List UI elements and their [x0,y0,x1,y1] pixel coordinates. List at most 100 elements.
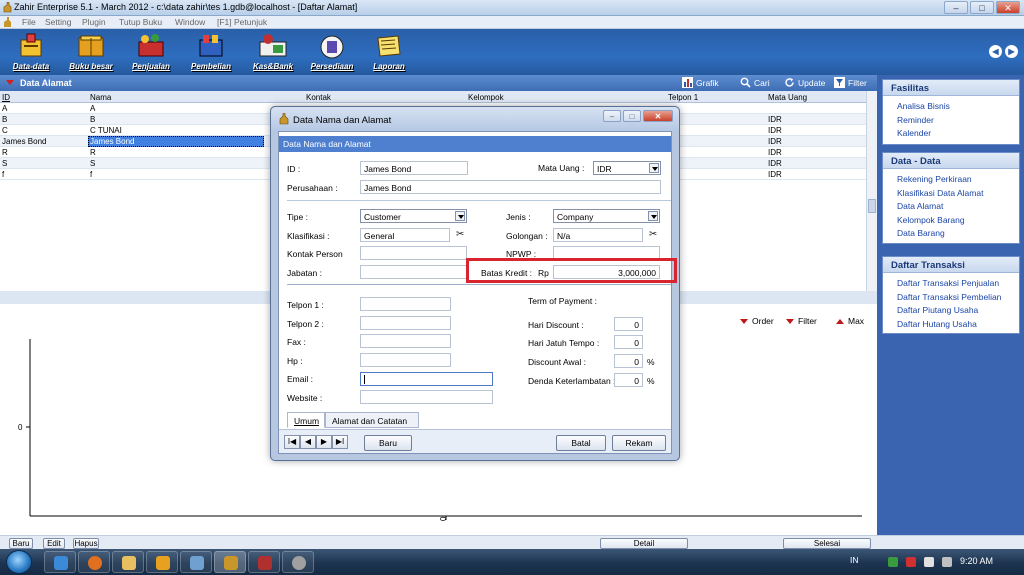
dialog-close-button[interactable]: ✕ [643,110,673,122]
link-transaksi-pembelian[interactable]: Daftar Transaksi Pembelian [883,291,1019,305]
col-kontak[interactable]: Kontak [306,93,331,102]
start-button[interactable] [6,550,32,574]
website-field[interactable] [360,390,493,404]
taskbar-zahir[interactable] [214,551,246,573]
klasifikasi-field[interactable]: General [360,228,450,242]
menu-window[interactable]: Window [175,17,205,27]
collapse-icon[interactable] [6,80,14,85]
jenis-select[interactable]: Company [553,209,660,223]
taskbar-app[interactable] [180,551,212,573]
menu-plugin[interactable]: Plugin [82,17,106,27]
link-kelompok-barang[interactable]: Kelompok Barang [883,214,1019,228]
taskbar-tool[interactable] [282,551,314,573]
close-button[interactable]: ✕ [996,1,1020,14]
discount-awal-field[interactable]: 0 [614,354,643,368]
tipe-select[interactable]: Customer [360,209,467,223]
link-piutang-usaha[interactable]: Daftar Piutang Usaha [883,304,1019,318]
id-field[interactable]: James Bond [360,161,468,175]
toolbar-kas-bank[interactable]: Kas&Bank [248,32,298,74]
menu-setting[interactable]: Setting [45,17,71,27]
grafik-button[interactable]: Grafik [682,77,719,88]
taskbar-firefox[interactable] [78,551,110,573]
app-menu-icon[interactable] [3,17,12,28]
fax-field[interactable] [360,334,451,348]
batal-button[interactable]: Batal [556,435,606,451]
link-klasifikasi-data-alamat[interactable]: Klasifikasi Data Alamat [883,187,1019,201]
col-nama[interactable]: Nama [90,93,111,102]
filter-button[interactable]: Filter [834,77,867,88]
telpon1-field[interactable] [360,297,451,311]
volume-icon[interactable] [942,557,952,567]
hapus-button[interactable]: Hapus [73,538,99,549]
taskbar-paint[interactable] [248,551,280,573]
dialog-maximize-button[interactable]: □ [623,110,641,122]
link-data-barang[interactable]: Data Barang [883,227,1019,241]
first-record-button[interactable]: I◀ [284,435,300,449]
hari-discount-field[interactable]: 0 [614,317,643,331]
hari-jatuh-tempo-field[interactable]: 0 [614,335,643,349]
hp-field[interactable] [360,353,451,367]
cari-button[interactable]: Cari [740,77,770,88]
email-field[interactable] [360,372,493,386]
toolbar-buku-besar[interactable]: Buku besar [66,32,116,74]
nav-back-button[interactable]: ◀ [989,45,1002,58]
toolbar-penjualan[interactable]: Penjualan [126,32,176,74]
denda-label: Denda Keterlambatan : [528,376,616,386]
mata-uang-select[interactable]: IDR [593,161,661,175]
dialog-title-bar[interactable]: Data Nama dan Alamat – □ ✕ [271,107,679,131]
toolbar-laporan[interactable]: Laporan [364,32,414,74]
tray-icon[interactable] [906,557,916,567]
last-record-button[interactable]: ▶I [332,435,348,449]
link-hutang-usaha[interactable]: Daftar Hutang Usaha [883,318,1019,332]
scrollbar-thumb[interactable] [868,199,876,213]
table-scrollbar[interactable] [866,91,877,291]
telpon2-field[interactable] [360,316,451,330]
col-telpon1[interactable]: Telpon 1 [668,93,698,102]
golongan-field[interactable]: N/a [553,228,643,242]
col-id[interactable]: ID [2,93,10,102]
taskbar-explorer[interactable] [112,551,144,573]
menu-petunjuk[interactable]: [F1] Petunjuk [217,17,267,27]
col-kelompok[interactable]: Kelompok [468,93,504,102]
next-record-button[interactable]: ▶ [316,435,332,449]
toolbar-persediaan[interactable]: Persediaan [307,32,357,74]
toolbar-data-data[interactable]: Data-data [6,32,56,74]
klasifikasi-lookup-icon[interactable]: ✂ [456,230,466,241]
edit-button[interactable]: Edit [43,538,65,549]
link-analisa-bisnis[interactable]: Analisa Bisnis [883,100,1019,114]
prev-record-button[interactable]: ◀ [300,435,316,449]
link-data-alamat[interactable]: Data Alamat [883,200,1019,214]
taskbar-ie[interactable] [44,551,76,573]
jabatan-field[interactable] [360,265,467,279]
detail-button[interactable]: Detail [600,538,688,549]
perusahaan-field[interactable]: James Bond [360,180,661,194]
selesai-button[interactable]: Selesai [783,538,871,549]
link-rekening-perkiraan[interactable]: Rekening Perkiraan [883,173,1019,187]
y-tick-label: 0 [18,423,23,432]
kontak-person-field[interactable] [360,246,467,260]
update-button[interactable]: Update [784,77,825,88]
clock[interactable]: 9:20 AM [960,556,993,566]
tab-alamat-dan-catatan[interactable]: Alamat dan Catatan [325,412,419,428]
toolbar-pembelian[interactable]: Pembelian [186,32,236,74]
minimize-button[interactable]: – [944,1,968,14]
rekam-button[interactable]: Rekam [612,435,666,451]
dialog-minimize-button[interactable]: – [603,110,621,122]
link-transaksi-penjualan[interactable]: Daftar Transaksi Penjualan [883,277,1019,291]
col-mata-uang[interactable]: Mata Uang [768,93,807,102]
golongan-lookup-icon[interactable]: ✂ [649,230,659,241]
denda-field[interactable]: 0 [614,373,643,387]
tab-umum[interactable]: Umum [287,412,325,428]
maximize-button[interactable]: □ [970,1,994,14]
baru-button[interactable]: Baru [9,538,33,549]
nav-forward-button[interactable]: ▶ [1005,45,1018,58]
tray-icon[interactable] [888,557,898,567]
link-reminder[interactable]: Reminder [883,114,1019,128]
menu-file[interactable]: File [22,17,36,27]
menu-tutup-buku[interactable]: Tutup Buku [119,17,162,27]
taskbar-media[interactable] [146,551,178,573]
language-indicator[interactable]: IN [850,555,859,565]
link-kalender[interactable]: Kalender [883,127,1019,141]
dialog-baru-button[interactable]: Baru [364,435,412,451]
network-icon[interactable] [924,557,934,567]
